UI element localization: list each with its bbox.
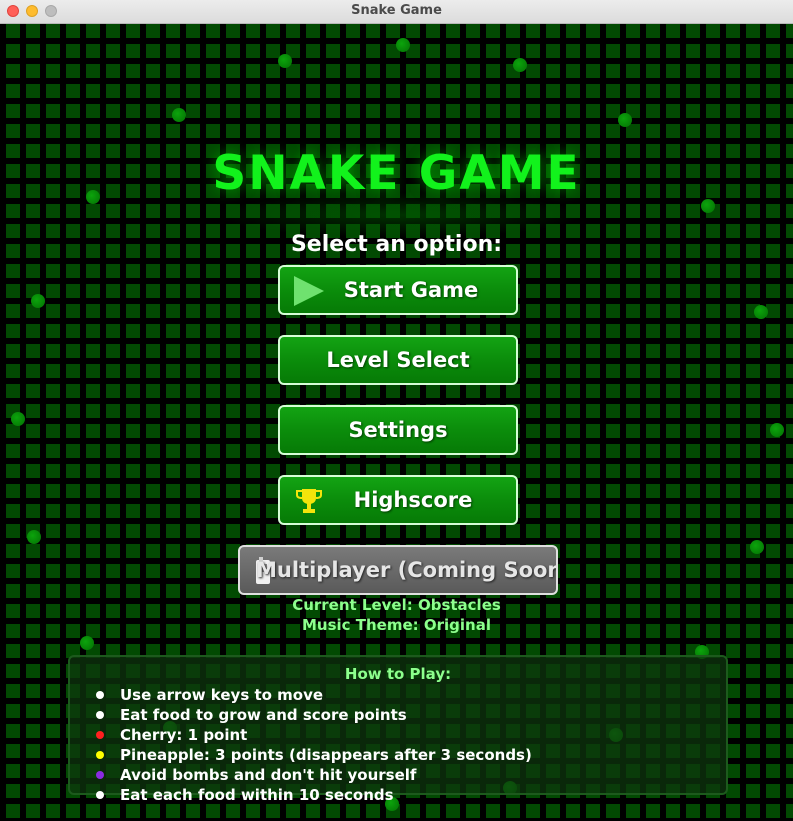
background-dot [396,38,410,52]
title-bar: Snake Game [0,0,793,24]
how-to-play-item-text: Cherry: 1 point [120,726,248,744]
how-to-play-title: How to Play: [344,665,452,683]
how-to-play-panel: How to Play: Use arrow keys to move Eat … [68,655,728,804]
multiplayer-label: Multiplayer (Coming Soon) [256,558,558,582]
bullet-icon [96,771,104,779]
current-level-text: Current Level: Obstacles [292,596,501,614]
settings-button[interactable]: Settings [278,405,518,455]
background-dot [80,636,94,650]
menu-subtitle: Select an option: [290,232,503,257]
highscore-label: Highscore [353,488,473,512]
how-to-play-item-text: Eat food to grow and score points [120,706,407,724]
highscore-button[interactable]: Highscore [278,475,518,525]
music-theme-text: Music Theme: Original [301,616,491,634]
how-to-play-item: Use arrow keys to move [94,685,532,705]
how-to-play-item: Cherry: 1 point [94,725,532,745]
game-title: SNAKE GAME [212,146,581,201]
background-dot [11,412,25,426]
bullet-icon [96,731,104,739]
start-game-label: Start Game [343,278,479,302]
bullet-icon [96,791,104,799]
how-to-play-list: Use arrow keys to move Eat food to grow … [94,685,532,805]
background-dot [513,58,527,72]
app-window: Snake Game SNAKE GAME Select an option: … [0,0,793,821]
level-select-label: Level Select [326,348,470,372]
background-dot [754,305,768,319]
background-dot [27,530,41,544]
bullet-icon [96,711,104,719]
level-select-button[interactable]: Level Select [278,335,518,385]
background-dot [278,54,292,68]
start-game-button[interactable]: Start Game [278,265,518,315]
how-to-play-item-text: Use arrow keys to move [120,686,324,704]
settings-label: Settings [348,418,448,442]
multiplayer-button: Multiplayer (Coming Soon) [238,545,558,595]
how-to-play-item: Eat each food within 10 seconds [94,785,532,805]
background-dot [172,108,186,122]
how-to-play-item: Avoid bombs and don't hit yourself [94,765,532,785]
how-to-play-item: Eat food to grow and score points [94,705,532,725]
how-to-play-item-text: Pineapple: 3 points (disappears after 3 … [120,746,532,764]
background-dot [750,540,764,554]
background-dot [31,294,45,308]
how-to-play-item: Pineapple: 3 points (disappears after 3 … [94,745,532,765]
background-dot [770,423,784,437]
background-dot [701,199,715,213]
bullet-icon [96,751,104,759]
bullet-icon [96,691,104,699]
how-to-play-item-text: Avoid bombs and don't hit yourself [120,766,417,784]
game-canvas: SNAKE GAME Select an option: Start Game … [0,24,793,821]
background-dot [618,113,632,127]
window-title: Snake Game [351,3,442,18]
how-to-play-item-text: Eat each food within 10 seconds [120,786,394,804]
